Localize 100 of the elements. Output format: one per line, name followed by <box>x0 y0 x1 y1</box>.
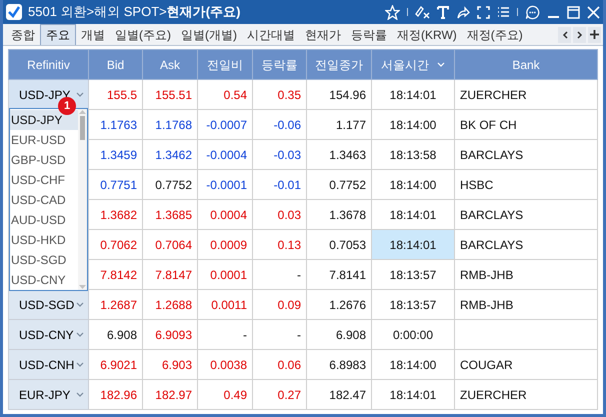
table-cell: ZUERCHER <box>454 380 598 410</box>
table-cell: 18:14:00 <box>372 110 454 140</box>
table-cell: 182.47 <box>306 380 372 410</box>
table-cell: 0.27 <box>252 380 306 410</box>
table-cell: 6.908 <box>306 320 372 350</box>
table-cell: 0.09 <box>252 290 306 320</box>
column-label: Bid <box>106 56 124 74</box>
table-cell: -0.03 <box>252 140 306 170</box>
column-label: 등락률 <box>262 56 298 74</box>
table-cell: 6.903 <box>142 350 198 380</box>
table-cell: 155.5 <box>88 80 142 110</box>
pair-selector[interactable]: USD-CNH <box>8 350 88 380</box>
tab[interactable]: 시간대별 <box>242 24 300 45</box>
table-cell: 18:14:01 <box>372 80 454 110</box>
table-cell: 155.51 <box>142 80 198 110</box>
table-cell: COUGAR <box>454 350 598 380</box>
table-cell: 1.2676 <box>306 290 372 320</box>
tab[interactable]: 재정(KRW) <box>392 24 462 45</box>
table-cell: 0.35 <box>252 80 306 110</box>
table-cell: 0.7752 <box>142 170 198 200</box>
table-cell: 0.0009 <box>198 230 252 260</box>
table-cell: 1.3685 <box>142 200 198 230</box>
table-cell: 6.8983 <box>306 350 372 380</box>
column-label: 전일종가 <box>315 56 363 74</box>
table-cell: 18:14:01 <box>372 230 454 260</box>
tab[interactable]: 종합 <box>6 24 40 45</box>
dropdown-item[interactable]: AUD-USD <box>10 210 78 230</box>
table-cell: 1.2687 <box>88 290 142 320</box>
table-cell: ZUERCHER <box>454 80 598 110</box>
tab[interactable]: 현재가 <box>300 24 346 45</box>
table-cell: RMB-JHB <box>454 260 598 290</box>
table-cell: -0.0007 <box>198 110 252 140</box>
table-cell: BK OF CH <box>454 110 598 140</box>
table-cell: -0.06 <box>252 110 306 140</box>
table-cell: 0.03 <box>252 200 306 230</box>
table-cell: 0.7064 <box>142 230 198 260</box>
dropdown-item[interactable]: USD-CNY <box>10 270 78 290</box>
table-cell: 154.96 <box>306 80 372 110</box>
tab[interactable]: 등락률 <box>346 24 392 45</box>
table-cell: 0.54 <box>198 80 252 110</box>
table-cell: 182.97 <box>142 380 198 410</box>
tab[interactable]: 개별 <box>76 24 110 45</box>
column-label: Refinitiv <box>27 56 70 74</box>
pair-selector[interactable]: USD-SGD <box>8 290 88 320</box>
table-cell: 1.1768 <box>142 110 198 140</box>
table-cell: 18:14:01 <box>372 380 454 410</box>
pair-selector[interactable]: USD-CNY <box>8 320 88 350</box>
table-cell: 1.2688 <box>142 290 198 320</box>
table-cell: BARCLAYS <box>454 200 598 230</box>
table-cell: 18:13:57 <box>372 290 454 320</box>
column-label: 서울시간 <box>381 56 429 74</box>
tab[interactable]: 일별(주요) <box>110 24 176 45</box>
table-cell: - <box>252 260 306 290</box>
table-cell: 0:00:00 <box>372 320 454 350</box>
table-cell: 0.06 <box>252 350 306 380</box>
dropdown-item[interactable]: USD-CAD <box>10 190 78 210</box>
table-cell: -0.01 <box>252 170 306 200</box>
table-cell: 18:13:58 <box>372 140 454 170</box>
table-cell: 182.96 <box>88 380 142 410</box>
dropdown-item[interactable]: USD-SGD <box>10 250 78 270</box>
table-cell: 1.3678 <box>306 200 372 230</box>
table-cell: BARCLAYS <box>454 140 598 170</box>
dropdown-item[interactable]: USD-CHF <box>10 170 78 190</box>
table-cell: BARCLAYS <box>454 230 598 260</box>
table-cell: 7.8141 <box>306 260 372 290</box>
tab[interactable]: 일별(개별) <box>176 24 242 45</box>
table-cell: HSBC <box>454 170 598 200</box>
table-cell: 0.0001 <box>198 260 252 290</box>
pair-selector[interactable]: EUR-JPY <box>8 380 88 410</box>
window-title: 5501 외환>해외 SPOT>현재가(주요) <box>28 3 240 22</box>
table-cell: 0.0004 <box>198 200 252 230</box>
table-cell: RMB-JHB <box>454 290 598 320</box>
table-cell: 1.3463 <box>306 140 372 170</box>
column-label: Ask <box>160 56 180 74</box>
table-cell: -0.0001 <box>198 170 252 200</box>
tab[interactable]: 재정(주요) <box>462 24 528 45</box>
column-label: 전일비 <box>207 56 243 74</box>
dropdown-item[interactable]: EUR-USD <box>10 130 78 150</box>
table-cell: 1.177 <box>306 110 372 140</box>
table-cell: 18:14:00 <box>372 350 454 380</box>
tab[interactable]: 주요 <box>40 24 76 45</box>
table-cell: 7.8147 <box>142 260 198 290</box>
table-cell: 6.9021 <box>88 350 142 380</box>
table-cell: 18:13:57 <box>372 260 454 290</box>
column-label: Bank <box>512 56 540 74</box>
table-cell: -0.0004 <box>198 140 252 170</box>
table-cell: 0.0038 <box>198 350 252 380</box>
dropdown-item[interactable]: USD-JPY <box>10 110 78 130</box>
table-cell: 1.3462 <box>142 140 198 170</box>
table-cell: - <box>198 320 252 350</box>
table-cell: 6.908 <box>88 320 142 350</box>
table-cell: 18:14:00 <box>372 170 454 200</box>
table-cell: 6.9093 <box>142 320 198 350</box>
table-cell: 0.7752 <box>306 170 372 200</box>
dropdown-item[interactable]: GBP-USD <box>10 150 78 170</box>
table-cell: 0.13 <box>252 230 306 260</box>
table-cell: 0.49 <box>198 380 252 410</box>
table-cell: - <box>252 320 306 350</box>
dropdown-item[interactable]: USD-HKD <box>10 230 78 250</box>
table-cell: 0.0011 <box>198 290 252 320</box>
